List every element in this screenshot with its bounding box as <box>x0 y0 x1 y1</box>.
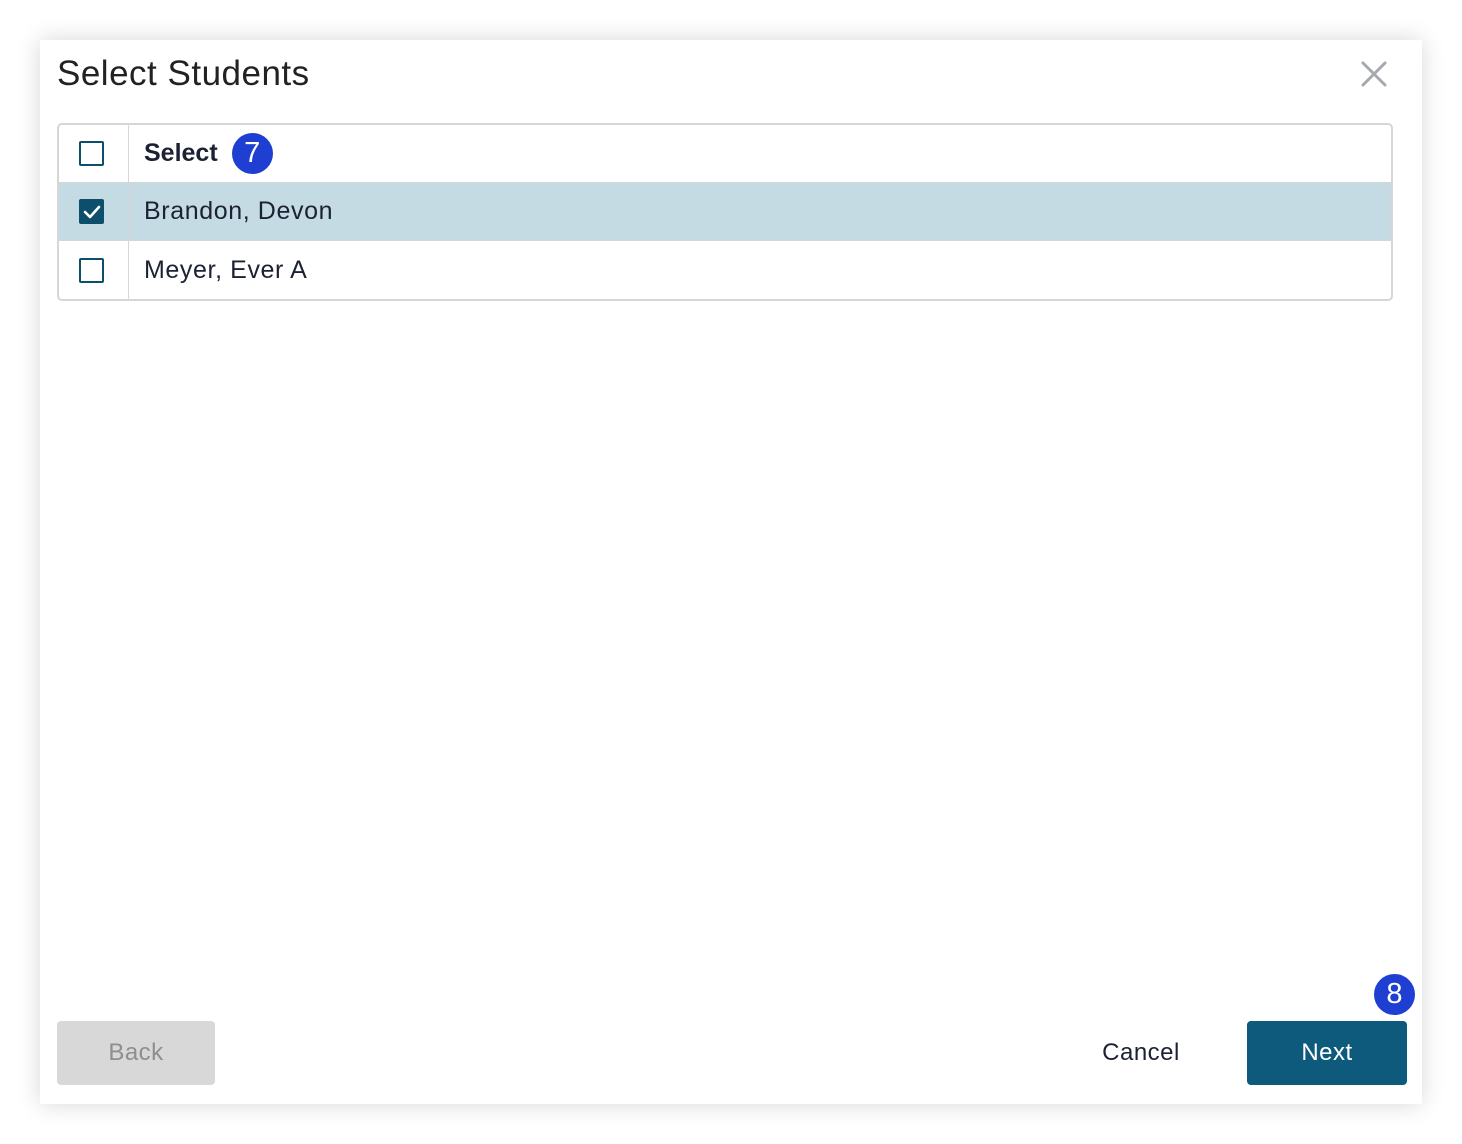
select-all-checkbox[interactable] <box>79 141 104 166</box>
student-name: Brandon, Devon <box>144 197 334 225</box>
step-badge-7: 7 <box>231 133 273 174</box>
row-checkbox-cell <box>59 183 129 240</box>
students-table: Select 7 Brandon, Devon Meyer, Ever A <box>57 123 1393 301</box>
student-name: Meyer, Ever A <box>144 255 308 284</box>
select-header-label: Select <box>144 139 218 167</box>
table-row[interactable]: Brandon, Devon <box>59 183 1391 241</box>
select-column-header: Select 7 <box>129 125 1391 182</box>
cancel-button[interactable]: Cancel <box>1080 1021 1202 1085</box>
select-all-cell <box>59 125 129 182</box>
select-students-dialog: Select Students Select 7 Brandon, Devon … <box>40 40 1422 1104</box>
step-badge-8: 8 <box>1374 974 1415 1015</box>
dialog-title: Select Students <box>57 54 310 93</box>
back-button[interactable]: Back <box>57 1021 215 1085</box>
checkmark-icon <box>83 205 101 219</box>
table-row[interactable]: Meyer, Ever A <box>59 241 1391 299</box>
row-checkbox-checked[interactable] <box>79 199 104 224</box>
table-header-row: Select 7 <box>59 125 1391 183</box>
row-checkbox-cell <box>59 241 129 299</box>
row-checkbox[interactable] <box>79 257 104 283</box>
close-icon[interactable] <box>1358 58 1390 90</box>
next-button[interactable]: Next <box>1247 1021 1407 1085</box>
